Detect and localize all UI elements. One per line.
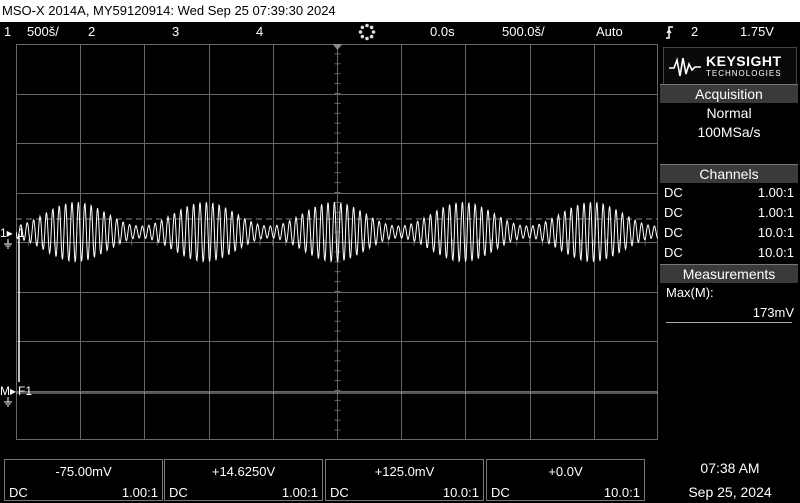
gear-icon[interactable] <box>358 23 376 41</box>
channel-1-coupling: DC <box>664 185 683 200</box>
timebase-scale[interactable]: 500.0š/ <box>502 24 545 39</box>
measurement-divider <box>666 322 792 323</box>
clock-time: 07:38 AM <box>700 460 760 476</box>
ch3-ratio: 10.0:1 <box>442 485 479 500</box>
ch2-coupling: DC <box>169 485 188 500</box>
trigger-source[interactable]: 2 <box>691 24 698 39</box>
acquisition-mode: Normal <box>706 105 752 121</box>
waveform-display[interactable] <box>15 43 659 441</box>
math-ground-icon <box>4 394 12 407</box>
acquisition-header[interactable]: Acquisition <box>660 84 798 103</box>
side-panel: KEYSIGHT TECHNOLOGIES Acquisition Normal… <box>660 44 800 441</box>
ch1-trace-label: 1 <box>18 226 25 240</box>
measurements-header[interactable]: Measurements <box>660 264 798 283</box>
logo-line2: TECHNOLOGIES <box>706 69 782 78</box>
ch4-offset: +0.0V <box>548 464 583 479</box>
ch1-ratio: 1.00:1 <box>121 485 158 500</box>
acquisition-rate: 100MSa/s <box>697 124 761 140</box>
clock-date: Sep 25, 2024 <box>688 484 772 500</box>
channel-4-coupling: DC <box>664 245 683 260</box>
channels-header[interactable]: Channels <box>660 164 798 183</box>
ch2-softkey[interactable]: +14.6250V DC 1.00:1 <box>164 459 323 501</box>
channel-row-1[interactable]: DC 1.00:1 <box>664 185 794 200</box>
math-trace-label: F1 <box>18 384 33 398</box>
ch1-scale[interactable]: 500š/ <box>27 24 59 39</box>
ch2-ratio: 1.00:1 <box>281 485 318 500</box>
ch4-number[interactable]: 4 <box>256 24 263 39</box>
ch1-coupling: DC <box>9 485 28 500</box>
channel-1-ratio: 1.00:1 <box>757 185 794 200</box>
clock: 07:38 AM Sep 25, 2024 <box>660 460 800 500</box>
ch2-number[interactable]: 2 <box>88 24 95 39</box>
channel-2-ratio: 1.00:1 <box>757 205 794 220</box>
keysight-wave-icon <box>669 57 701 77</box>
measurement-label: Max(M): <box>666 285 714 300</box>
ch1-softkey[interactable]: -75.00mV DC 1.00:1 <box>4 459 163 501</box>
ground-icon <box>4 236 12 249</box>
graticule <box>15 43 659 441</box>
channel-3-ratio: 10.0:1 <box>757 225 794 240</box>
status-bar: 1 500š/ 2 3 4 0.0s 500.0š/ Auto 2 1.75V <box>0 22 800 42</box>
channel-row-2[interactable]: DC 1.00:1 <box>664 205 794 220</box>
title-bar: MSO-X 2014A, MY59120914: Wed Sep 25 07:3… <box>0 0 800 22</box>
ch2-offset: +14.6250V <box>211 464 276 479</box>
ch1-number[interactable]: 1 <box>4 24 11 39</box>
channel-row-3[interactable]: DC 10.0:1 <box>664 225 794 240</box>
ch1-offset: -75.00mV <box>55 464 112 479</box>
ch3-number[interactable]: 3 <box>172 24 179 39</box>
channel-4-ratio: 10.0:1 <box>757 245 794 260</box>
ch4-softkey[interactable]: +0.0V DC 10.0:1 <box>486 459 645 501</box>
channel-3-coupling: DC <box>664 225 683 240</box>
trigger-edge-icon <box>664 24 674 42</box>
ch3-softkey[interactable]: +125.0mV DC 10.0:1 <box>325 459 484 501</box>
ch3-offset: +125.0mV <box>374 464 435 479</box>
trigger-level[interactable]: 1.75V <box>740 24 774 39</box>
trigger-position-marker <box>332 44 343 50</box>
channel-2-coupling: DC <box>664 205 683 220</box>
horizontal-delay[interactable]: 0.0s <box>430 24 455 39</box>
ch4-ratio: 10.0:1 <box>603 485 640 500</box>
measurement-value: 173mV <box>752 305 794 320</box>
ch4-coupling: DC <box>491 485 510 500</box>
channel-row-4[interactable]: DC 10.0:1 <box>664 245 794 260</box>
trigger-mode[interactable]: Auto <box>596 24 623 39</box>
logo-line1: KEYSIGHT <box>706 53 782 69</box>
ch3-coupling: DC <box>330 485 349 500</box>
keysight-logo: KEYSIGHT TECHNOLOGIES <box>663 47 797 87</box>
